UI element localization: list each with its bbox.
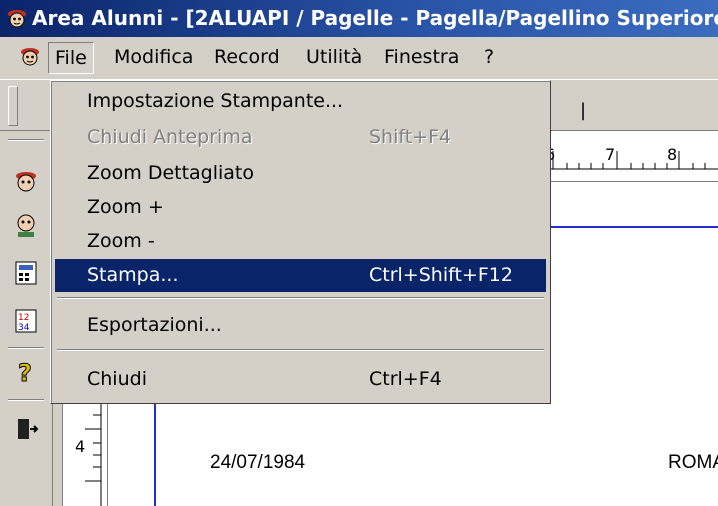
file-menu-dropdown: Impostazione Stampante... Chiudi Antepri…: [50, 80, 551, 404]
student-face-icon[interactable]: [18, 45, 42, 69]
menu-file[interactable]: File: [48, 42, 94, 74]
menu-item-esportazioni[interactable]: Esportazioni...: [55, 309, 546, 342]
student-face-icon: [8, 10, 26, 28]
toolbar-separator: [8, 347, 44, 349]
exit-door-icon[interactable]: [12, 415, 40, 443]
toolbar-separator: |: [580, 100, 587, 121]
calculator-icon[interactable]: [12, 259, 40, 287]
toolbar-separator: [8, 399, 44, 401]
menu-record[interactable]: Record: [208, 42, 286, 72]
menu-item-zoom-plus[interactable]: Zoom +: [55, 191, 546, 224]
ruler-number: 7: [605, 145, 616, 164]
menu-separator: [57, 349, 544, 351]
numbers-grid-icon[interactable]: 12 34: [12, 307, 40, 335]
menu-separator: [57, 297, 544, 299]
menu-item-stampa[interactable]: Stampa... Ctrl+Shift+F12: [55, 259, 546, 292]
title-bar[interactable]: Area Alunni - [2ALUAPI / Pagelle - Pagel…: [0, 0, 718, 37]
menu-item-chiudi[interactable]: Chiudi Ctrl+F4: [55, 363, 546, 396]
menu-utilita[interactable]: Utilità: [300, 42, 368, 72]
document-city: ROMA: [668, 452, 718, 473]
margin-line: [546, 226, 718, 228]
menu-item-zoom-dettagliato[interactable]: Zoom Dettagliato: [55, 157, 546, 190]
ruler-number: 4: [75, 437, 86, 456]
left-toolbar: 12 34 ?: [0, 131, 53, 506]
ruler-number: 8: [667, 145, 678, 164]
menu-item-chiudi-anteprima[interactable]: Chiudi Anteprima Shift+F4: [55, 121, 546, 154]
menu-modifica[interactable]: Modifica: [108, 42, 199, 72]
window-title: Area Alunni - [2ALUAPI / Pagelle - Pagel…: [32, 6, 718, 30]
menu-help[interactable]: ?: [478, 42, 500, 72]
svg-text:34: 34: [18, 323, 30, 333]
menu-item-impostazione-stampante[interactable]: Impostazione Stampante...: [55, 85, 546, 118]
ruler-ticks: [545, 151, 718, 170]
menu-finestra[interactable]: Finestra: [378, 42, 465, 72]
svg-text:?: ?: [18, 359, 32, 385]
document-date: 24/07/1984: [210, 452, 306, 473]
horizontal-ruler: 6 7 8: [545, 131, 718, 182]
toolbar-separator: [8, 139, 44, 141]
svg-text:12: 12: [18, 313, 29, 323]
teacher-face-icon[interactable]: [12, 211, 40, 239]
help-question-icon[interactable]: ?: [12, 357, 40, 386]
menu-item-zoom-minus[interactable]: Zoom -: [55, 225, 546, 258]
toolbar-grip[interactable]: [8, 86, 18, 126]
student-face-icon[interactable]: [12, 167, 40, 195]
menu-bar: File Modifica Record Utilità Finestra ?: [0, 37, 718, 79]
